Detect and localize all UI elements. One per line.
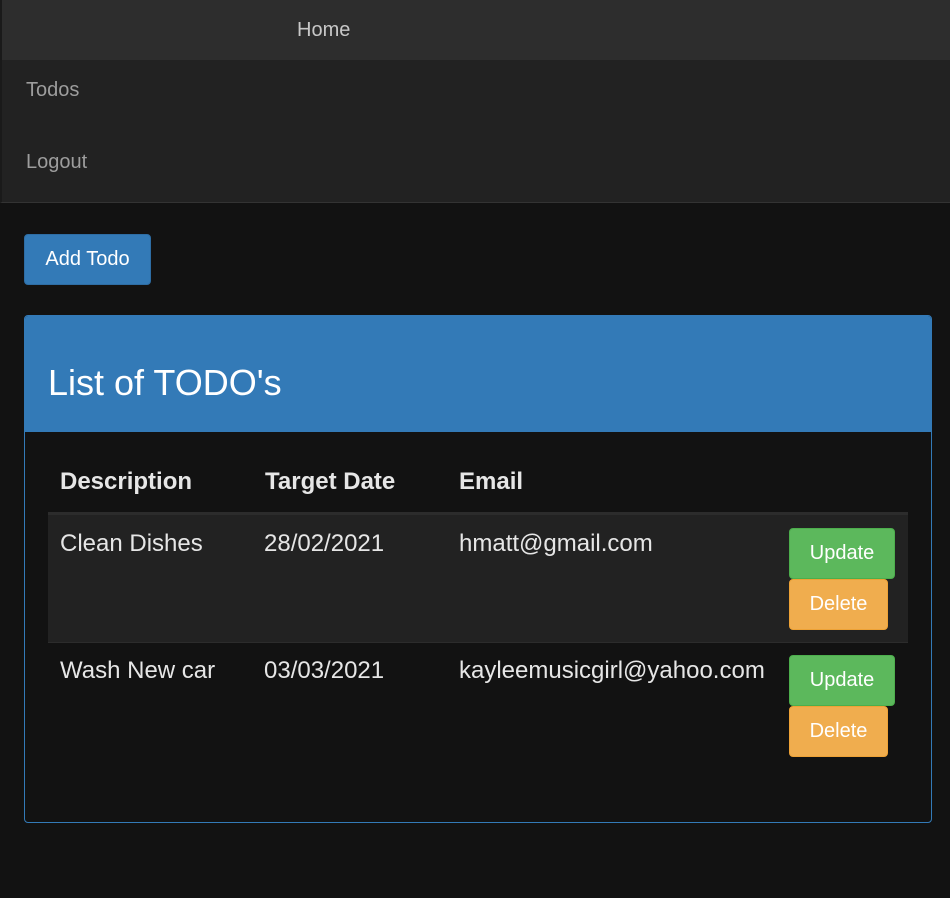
nav-todos-link[interactable]: Todos — [26, 79, 79, 102]
delete-button[interactable]: Delete — [789, 706, 888, 757]
row-description: Wash New car — [60, 657, 216, 684]
panel-title: List of TODO's — [48, 362, 282, 403]
update-button[interactable]: Update — [789, 528, 895, 579]
column-header-email: Email — [459, 468, 524, 495]
add-todo-button[interactable]: Add Todo — [24, 234, 151, 285]
row-divider — [48, 642, 908, 643]
navbar-brand-bar: Home — [2, 0, 950, 60]
row-email: hmatt@gmail.com — [459, 530, 653, 557]
navbar: Home Todos Logout — [0, 0, 950, 203]
nav-logout-link[interactable]: Logout — [26, 151, 87, 174]
panel-heading: List of TODO's — [25, 316, 931, 432]
nav-home-link[interactable]: Home — [297, 19, 350, 42]
update-button[interactable]: Update — [789, 655, 895, 706]
row-target-date: 28/02/2021 — [264, 530, 385, 557]
delete-button[interactable]: Delete — [789, 579, 888, 630]
row-email: kayleemusicgirl@yahoo.com — [459, 657, 765, 684]
column-header-target-date: Target Date — [265, 468, 396, 495]
row-description: Clean Dishes — [60, 530, 203, 557]
column-header-description: Description — [60, 468, 193, 495]
row-target-date: 03/03/2021 — [264, 657, 385, 684]
